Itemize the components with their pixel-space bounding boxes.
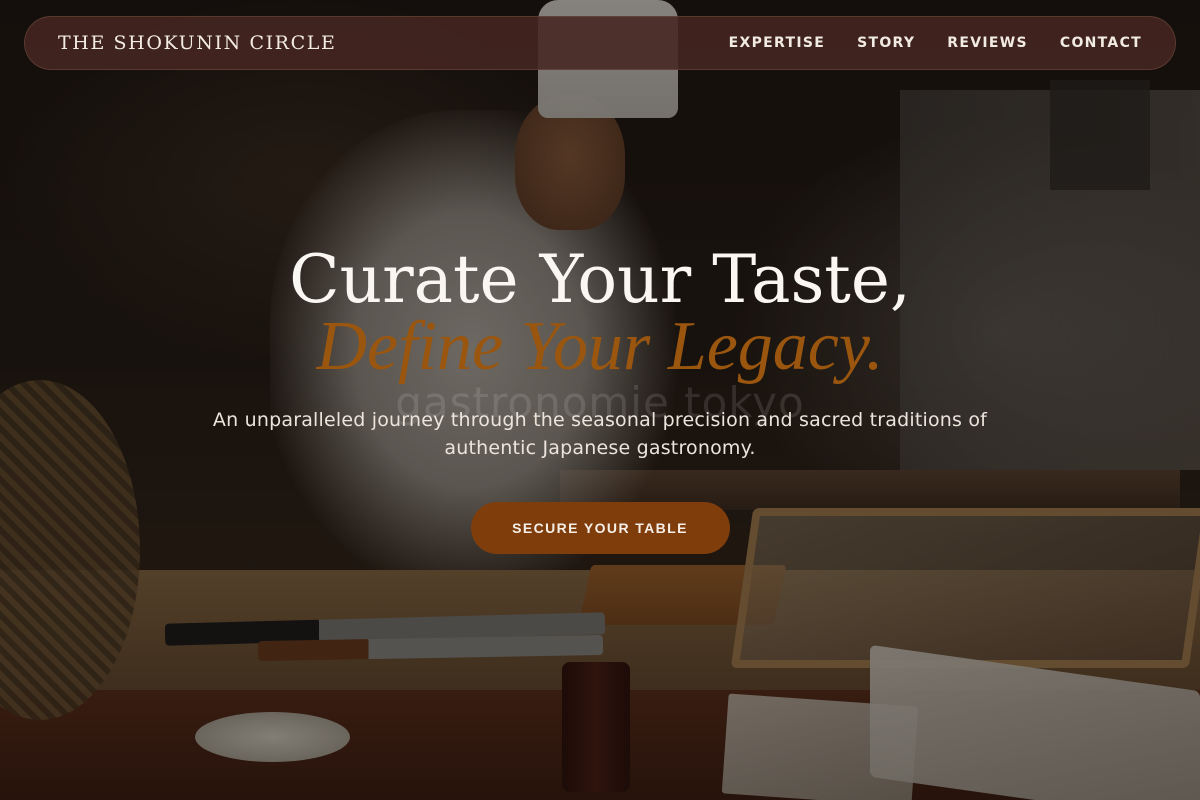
nav-link-reviews[interactable]: REVIEWS	[947, 35, 1028, 51]
top-navbar: THE SHOKUNIN CIRCLE EXPERTISE STORY REVI…	[24, 16, 1176, 70]
nav-link-story[interactable]: STORY	[857, 35, 915, 51]
brand-logo[interactable]: THE SHOKUNIN CIRCLE	[58, 32, 336, 54]
nav-links: EXPERTISE STORY REVIEWS CONTACT	[729, 35, 1142, 51]
hero-section: gastronomie tokyo Curate Your Taste, Def…	[0, 240, 1200, 554]
secure-table-button[interactable]: SECURE YOUR TABLE	[470, 502, 730, 554]
nav-link-expertise[interactable]: EXPERTISE	[729, 35, 825, 51]
hero-subheadline: Define Your Legacy.	[316, 308, 884, 385]
watermark-text: gastronomie tokyo	[395, 378, 805, 427]
nav-link-contact[interactable]: CONTACT	[1060, 35, 1142, 51]
